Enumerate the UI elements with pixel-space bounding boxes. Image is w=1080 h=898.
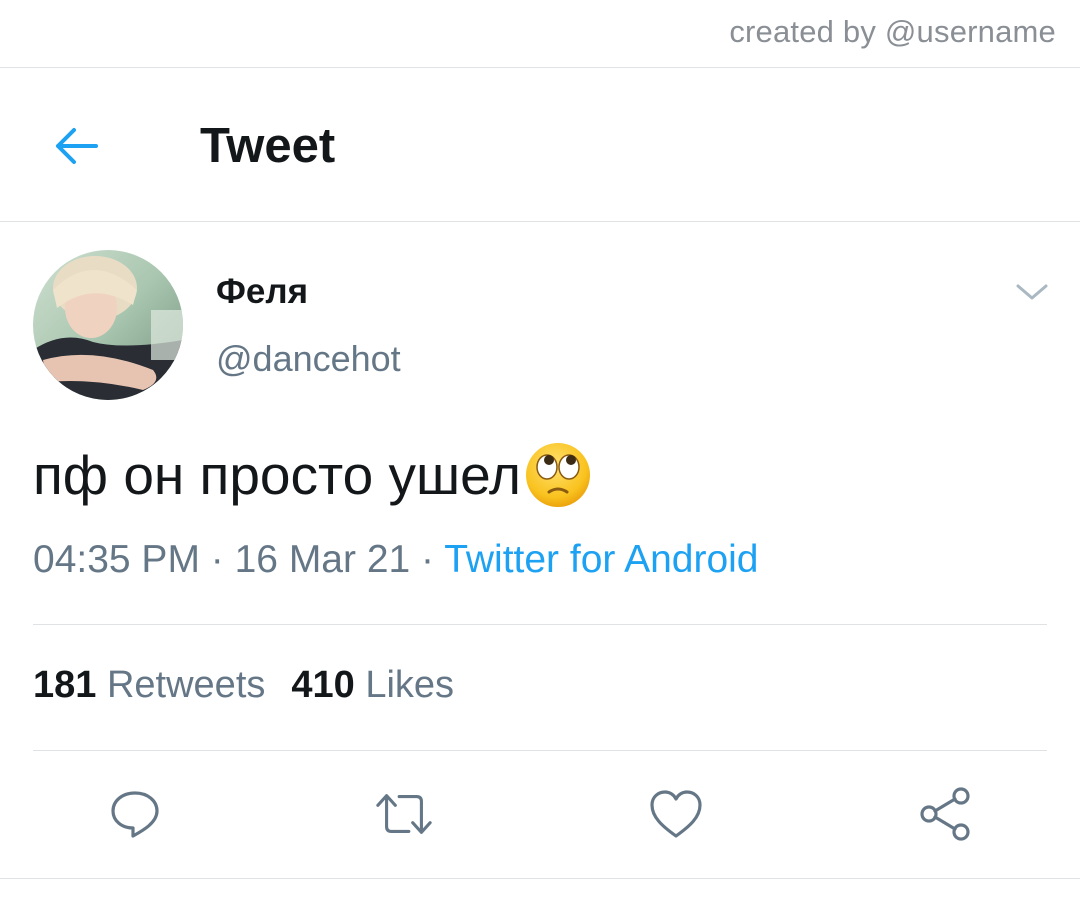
author-handle[interactable]: @dancehot — [216, 338, 401, 380]
avatar[interactable] — [33, 250, 183, 400]
tweet-meta: 04:35 PM · 16 Mar 21 · Twitter for Andro… — [33, 538, 759, 582]
likes-count: 410 — [291, 664, 355, 706]
divider — [0, 221, 1080, 222]
retweet-icon — [376, 794, 432, 834]
more-options-button[interactable] — [1012, 276, 1052, 308]
back-button[interactable] — [46, 118, 106, 174]
tweet-date: 16 Mar 21 — [234, 538, 411, 581]
like-button[interactable] — [646, 784, 706, 844]
author-name[interactable]: Феля — [216, 272, 308, 312]
retweets-label: Retweets — [106, 664, 266, 706]
tweet-stats: 181 Retweets 410 Likes — [33, 664, 454, 707]
likes-stat[interactable]: 410 Likes — [291, 664, 454, 706]
watermark-credit: created by @username — [729, 14, 1056, 49]
retweet-button[interactable] — [374, 784, 434, 844]
page-title: Tweet — [200, 119, 336, 173]
divider — [33, 624, 1047, 625]
divider — [0, 67, 1080, 68]
meta-separator: · — [410, 538, 445, 581]
tweet-source-link[interactable]: Twitter for Android — [444, 538, 758, 581]
chevron-down-icon — [1016, 284, 1048, 300]
tweet-time: 04:35 PM — [33, 538, 200, 581]
likes-label: Likes — [365, 664, 455, 706]
retweets-count: 181 — [33, 664, 97, 706]
reply-icon — [111, 791, 159, 838]
share-icon — [920, 787, 970, 841]
share-button[interactable] — [915, 784, 975, 844]
tweet-body: пф он просто ушел — [33, 440, 593, 510]
face-with-rolling-eyes-icon — [525, 443, 590, 507]
avatar-photo — [33, 250, 183, 400]
tweet-text: пф он просто ушел — [33, 444, 521, 506]
divider — [33, 750, 1047, 751]
arrow-left-icon — [56, 128, 98, 164]
meta-separator: · — [199, 538, 235, 581]
like-icon — [650, 790, 702, 838]
divider — [0, 878, 1080, 879]
reply-button[interactable] — [105, 784, 165, 844]
retweets-stat[interactable]: 181 Retweets — [33, 664, 265, 706]
